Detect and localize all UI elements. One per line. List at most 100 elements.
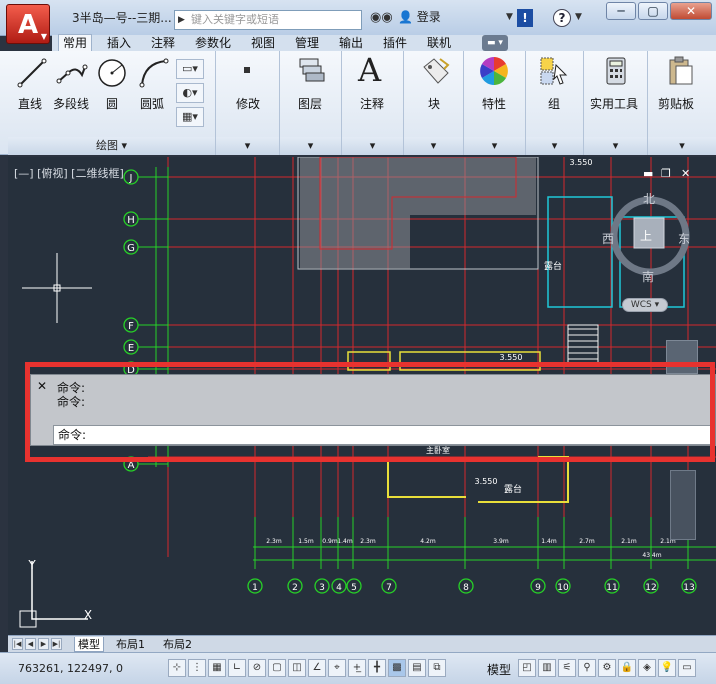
tab-output[interactable]: 输出 <box>339 35 363 51</box>
viewport-close-icon[interactable]: ✕ <box>681 167 690 180</box>
clean-screen-icon[interactable]: ▭ <box>678 659 696 677</box>
snap-mode-icon[interactable]: ⋮ <box>188 659 206 677</box>
calculator-icon[interactable] <box>600 55 632 87</box>
infer-constraints-icon[interactable]: ⊹ <box>168 659 186 677</box>
tab-layout1[interactable]: 布局1 <box>116 637 145 652</box>
object-snap-tracking-icon[interactable]: ∠ <box>308 659 326 677</box>
quick-view-layouts-icon[interactable]: ◰ <box>518 659 536 677</box>
restore-button[interactable]: ▢ <box>638 2 668 20</box>
clipboard-label[interactable]: 剪贴板 <box>658 95 694 112</box>
model-space-toggle[interactable]: 模型 <box>487 661 511 678</box>
modify-label[interactable]: 修改 <box>236 95 260 112</box>
clipboard-icon[interactable] <box>664 55 696 87</box>
color-wheel-icon[interactable] <box>478 55 510 87</box>
annotation-footer[interactable]: ▾ <box>342 137 403 155</box>
annotation-visibility-icon[interactable]: ⚲ <box>578 659 596 677</box>
search-input[interactable]: ▶ 键入关键字或短语 <box>174 10 362 30</box>
toolbar-lock-icon[interactable]: 🔒 <box>618 659 636 677</box>
binoculars-icon[interactable]: ◉◉ <box>370 10 393 25</box>
line-label[interactable]: 直线 <box>18 95 42 112</box>
viewport-minimize-icon[interactable]: ▬ <box>643 167 653 180</box>
draw-group-footer[interactable]: 绘图 ▾ <box>8 137 215 155</box>
properties-footer[interactable]: ▾ <box>464 137 525 155</box>
help-icon[interactable]: ? <box>553 9 571 27</box>
first-layout-icon[interactable]: |◀ <box>12 638 23 650</box>
tab-manage[interactable]: 管理 <box>295 35 319 51</box>
group-icon[interactable] <box>538 55 570 87</box>
close-icon[interactable]: ✕ <box>37 379 47 393</box>
group-footer[interactable]: ▾ <box>526 137 583 155</box>
polyline-label[interactable]: 多段线 <box>53 95 89 112</box>
quick-properties-icon[interactable]: ▤ <box>408 659 426 677</box>
exchange-icon[interactable]: ! <box>517 9 533 27</box>
viewport-maximize-icon[interactable]: ❐ <box>661 167 671 180</box>
command-input[interactable]: 命令: <box>53 425 715 445</box>
compass-south[interactable]: 南 <box>642 268 654 285</box>
compass-north[interactable]: 北 <box>643 190 655 207</box>
wcs-menu[interactable]: WCS ▾ <box>622 298 668 312</box>
viewport-controls[interactable]: [—] [俯视] [二维线框] <box>14 165 124 181</box>
block-icon[interactable] <box>420 55 452 87</box>
tab-model[interactable]: 模型 <box>74 637 104 652</box>
dynamic-input-icon[interactable]: +̲ <box>348 659 366 677</box>
coordinates-readout[interactable]: 763261, 122497, 0 <box>18 662 123 675</box>
utilities-label[interactable]: 实用工具 <box>590 95 638 112</box>
prev-layout-icon[interactable]: ◀ <box>25 638 36 650</box>
last-layout-icon[interactable]: ▶| <box>51 638 62 650</box>
compass-east[interactable]: 东 <box>678 230 690 247</box>
tab-annotate[interactable]: 注释 <box>151 35 175 51</box>
rectangle-icon[interactable]: ▭▾ <box>176 59 204 79</box>
tab-home[interactable]: 常用 <box>58 34 93 52</box>
transparency-icon[interactable]: ▩ <box>388 659 406 677</box>
3d-object-snap-icon[interactable]: ◫ <box>288 659 306 677</box>
tab-layout2[interactable]: 布局2 <box>163 637 192 652</box>
grid-display-icon[interactable]: ▦ <box>208 659 226 677</box>
circle-icon[interactable] <box>96 57 128 89</box>
viewcube-top-face[interactable]: 上 <box>640 227 652 244</box>
object-snap-icon[interactable]: ▢ <box>268 659 286 677</box>
arc-label[interactable]: 圆弧 <box>140 95 164 112</box>
isolate-objects-icon[interactable]: 💡 <box>658 659 676 677</box>
tab-insert[interactable]: 插入 <box>107 35 131 51</box>
workspace-switching-icon[interactable]: ⚙ <box>598 659 616 677</box>
block-label[interactable]: 块 <box>428 95 440 112</box>
polyline-icon[interactable] <box>56 57 88 89</box>
layers-label[interactable]: 图层 <box>298 95 322 112</box>
line-icon[interactable] <box>16 57 48 89</box>
polar-tracking-icon[interactable]: ⊘ <box>248 659 266 677</box>
tab-view[interactable]: 视图 <box>251 35 275 51</box>
next-layout-icon[interactable]: ▶ <box>38 638 49 650</box>
tab-online[interactable]: 联机 <box>427 35 451 51</box>
dynamic-ucs-icon[interactable]: ⌖ <box>328 659 346 677</box>
navigation-bar[interactable] <box>666 340 698 374</box>
clipboard-footer[interactable]: ▾ <box>648 137 716 155</box>
minimize-button[interactable]: ─ <box>606 2 636 20</box>
quick-view-drawings-icon[interactable]: ▥ <box>538 659 556 677</box>
chevron-down-icon[interactable]: ▼ <box>575 12 582 22</box>
modify-icon[interactable] <box>244 67 250 73</box>
block-footer[interactable]: ▾ <box>404 137 463 155</box>
hatch-icon[interactable]: ◐▾ <box>176 83 204 103</box>
layers-footer[interactable]: ▾ <box>280 137 341 155</box>
tab-parametric[interactable]: 参数化 <box>195 35 231 51</box>
close-button[interactable]: ✕ <box>670 2 712 20</box>
show-lineweight-icon[interactable]: ╋ <box>368 659 386 677</box>
compass-west[interactable]: 西 <box>602 230 614 247</box>
annotation-scale-icon[interactable]: ⚟ <box>558 659 576 677</box>
selection-cycling-icon[interactable]: ⧉ <box>428 659 446 677</box>
login-button[interactable]: 👤 登录 <box>398 8 441 25</box>
navigation-bar-tools[interactable] <box>670 470 696 540</box>
group-label[interactable]: 组 <box>548 95 560 112</box>
layers-icon[interactable] <box>294 55 326 87</box>
circle-label[interactable]: 圆 <box>106 95 118 112</box>
annotation-label[interactable]: 注释 <box>360 95 384 112</box>
ribbon-minimize-icon[interactable]: ▬ ▾ <box>482 35 508 51</box>
tab-plugins[interactable]: 插件 <box>383 35 407 51</box>
ortho-mode-icon[interactable]: ∟ <box>228 659 246 677</box>
modify-footer[interactable]: ▾ <box>216 137 279 155</box>
gradient-icon[interactable]: ▦▾ <box>176 107 204 127</box>
hardware-acceleration-icon[interactable]: ◈ <box>638 659 656 677</box>
arc-icon[interactable] <box>138 57 170 89</box>
chevron-down-icon[interactable]: ▼ <box>506 12 513 22</box>
text-a-icon[interactable]: A <box>358 51 381 89</box>
